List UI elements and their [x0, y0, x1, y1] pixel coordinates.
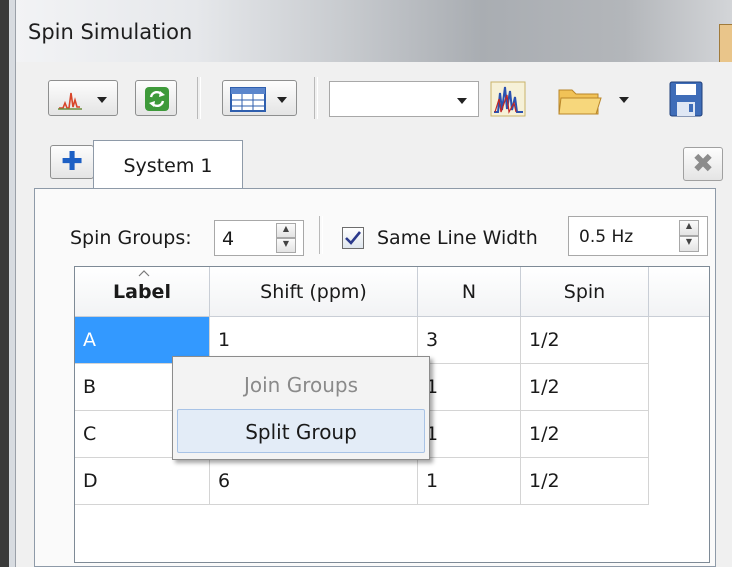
save-icon	[669, 81, 703, 117]
column-header-spin[interactable]: Spin	[521, 267, 649, 317]
table-cell-spin[interactable]: 1/2	[521, 364, 649, 411]
peaks-button[interactable]	[489, 79, 529, 119]
spin-groups-label: Spin Groups:	[70, 227, 192, 249]
refresh-button[interactable]	[135, 80, 177, 116]
spin-up-button[interactable]: ▲	[276, 223, 296, 238]
table-cell-n[interactable]: 1	[418, 458, 521, 505]
close-icon: ✖	[692, 149, 714, 179]
window-frame-inner	[9, 0, 16, 567]
peaks-icon	[490, 81, 526, 117]
table-cell-n[interactable]: 3	[418, 317, 521, 364]
column-header-filler	[649, 267, 709, 317]
table-dropdown-button[interactable]	[222, 80, 297, 116]
refresh-icon	[145, 87, 169, 111]
title-bar[interactable]: Spin Simulation	[16, 0, 732, 63]
controls-separator	[319, 216, 323, 254]
context-menu: Join Groups Split Group	[172, 356, 430, 460]
tab-system-1[interactable]: System 1	[93, 140, 243, 192]
spectrum-dropdown-button[interactable]	[48, 80, 118, 116]
toolbar-combobox[interactable]	[329, 81, 479, 117]
table-cell-spin[interactable]: 1/2	[521, 317, 649, 364]
add-system-button[interactable]: ✚	[50, 145, 94, 179]
sort-ascending-icon	[138, 270, 150, 277]
column-header-text: Label	[113, 281, 171, 303]
toolbar-separator	[314, 77, 318, 119]
table-cell-label[interactable]: D	[75, 458, 210, 505]
chevron-down-icon	[457, 98, 467, 104]
table-cell-spin[interactable]: 1/2	[521, 411, 649, 458]
line-width-value: 0.5 Hz	[579, 227, 634, 247]
same-line-width-label: Same Line Width	[377, 227, 538, 249]
chevron-down-icon	[619, 97, 629, 103]
column-header-label[interactable]: Label	[75, 267, 210, 317]
title-bar-edge	[719, 24, 732, 63]
menu-item-split-group[interactable]: Split Group	[177, 409, 425, 453]
tab-label: System 1	[123, 155, 213, 177]
column-header-shift[interactable]: Shift (ppm)	[210, 267, 418, 317]
checkmark-icon	[345, 231, 362, 245]
column-header-n[interactable]: N	[418, 267, 521, 317]
save-button[interactable]	[667, 79, 705, 119]
spin-down-button[interactable]: ▼	[276, 238, 296, 253]
close-tab-button[interactable]: ✖	[683, 147, 723, 181]
same-line-width-checkbox[interactable]	[342, 227, 364, 249]
spin-down-button[interactable]: ▼	[679, 236, 699, 252]
open-folder-dropdown-button[interactable]	[555, 80, 635, 118]
menu-item-join-groups[interactable]: Join Groups	[177, 363, 425, 407]
folder-icon	[558, 89, 629, 115]
table-cell-shift[interactable]: 6	[210, 458, 418, 505]
table-cell-n[interactable]: 1	[418, 364, 521, 411]
plus-icon: ✚	[61, 147, 83, 177]
toolbar-separator	[197, 77, 201, 119]
table-icon	[230, 87, 287, 112]
spectrum-icon	[58, 92, 107, 110]
spin-groups-value: 4	[222, 228, 235, 250]
table-cell-spin[interactable]: 1/2	[521, 458, 649, 505]
chevron-down-icon	[97, 97, 107, 103]
spin-up-button[interactable]: ▲	[679, 220, 699, 236]
chevron-down-icon	[277, 97, 287, 103]
window-frame-left	[0, 0, 9, 567]
window-title: Spin Simulation	[28, 20, 193, 44]
table-cell-n[interactable]: 1	[418, 411, 521, 458]
